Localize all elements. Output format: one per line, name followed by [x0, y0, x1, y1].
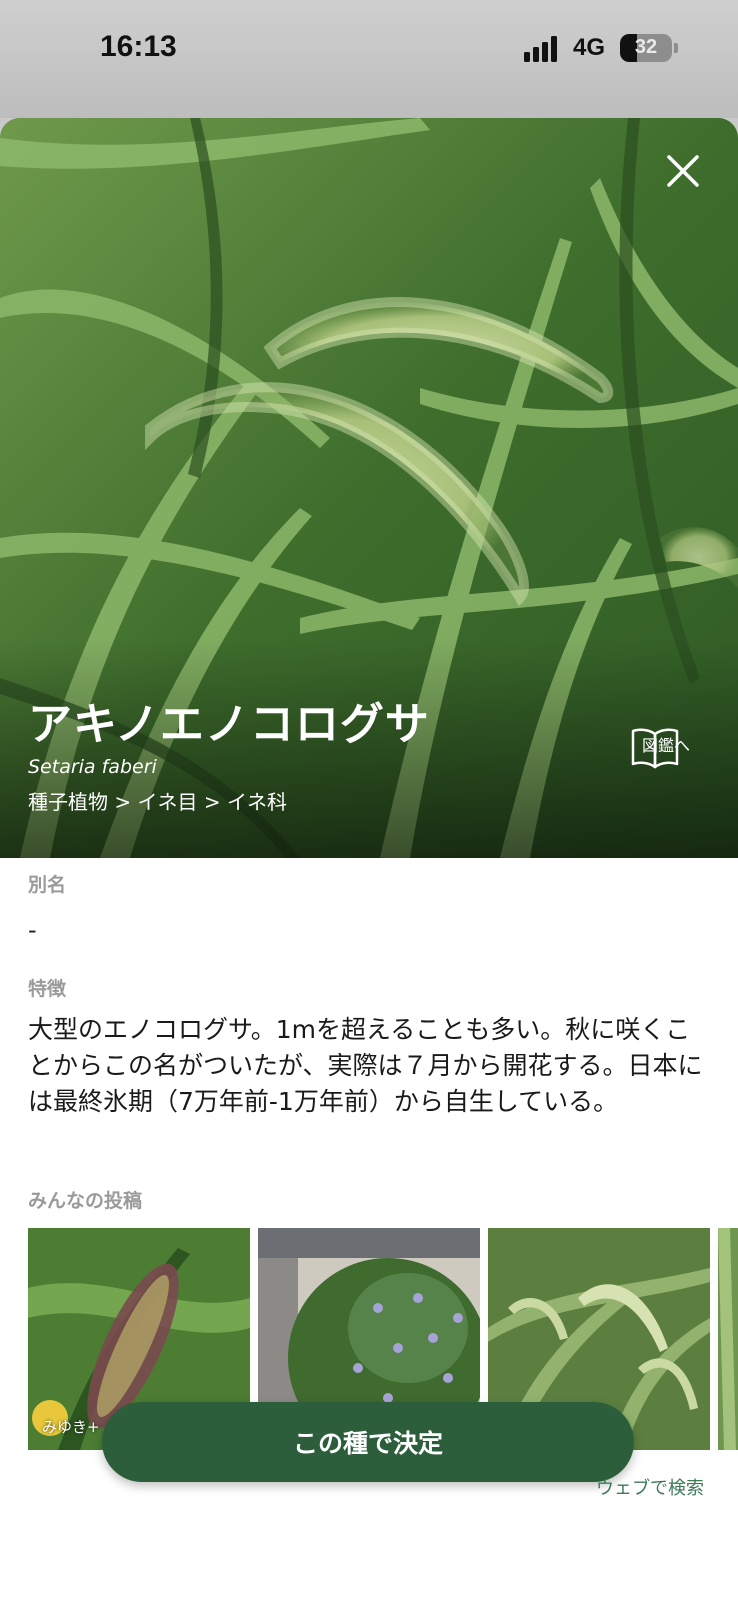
species-detail-sheet: アキノエノコログサ Setaria faberi 種子植物 > イネ目 > イネ…: [0, 118, 738, 1600]
encyclopedia-button[interactable]: 図鑑へ: [630, 726, 702, 806]
species-hero-photo: アキノエノコログサ Setaria faberi 種子植物 > イネ目 > イネ…: [0, 118, 738, 858]
scientific-name: Setaria faberi: [28, 756, 157, 778]
status-time: 16:13: [100, 30, 177, 63]
post-thumbnail[interactable]: [718, 1228, 738, 1450]
species-name: アキノエノコログサ: [28, 699, 430, 750]
status-bar: 16:13 4G 32: [0, 0, 738, 118]
confirm-species-button[interactable]: この種で決定: [102, 1402, 634, 1482]
close-icon: [667, 155, 699, 187]
book-icon: [631, 728, 679, 769]
taxonomy-breadcrumb: 種子植物 > イネ目 > イネ科: [28, 790, 287, 814]
network-type: 4G: [573, 34, 606, 61]
web-search-link[interactable]: ウェブで検索: [596, 1474, 704, 1500]
battery-icon: 32: [620, 34, 672, 62]
battery-level: 32: [634, 36, 658, 58]
aliases-value: -: [28, 916, 37, 944]
signal-icon: [524, 36, 557, 62]
close-button[interactable]: [660, 148, 706, 194]
features-description: 大型のエノコログサ。1mを超えることも多い。秋に咲くことからこの名がついたが、実…: [28, 1015, 703, 1116]
battery-tip: [674, 43, 678, 53]
aliases-heading: 別名: [28, 874, 67, 896]
post-photo: [718, 1228, 738, 1450]
post-username: みゆき+: [42, 1418, 100, 1436]
features-heading: 特徴: [28, 978, 67, 1000]
posts-heading: みんなの投稿: [28, 1190, 143, 1212]
